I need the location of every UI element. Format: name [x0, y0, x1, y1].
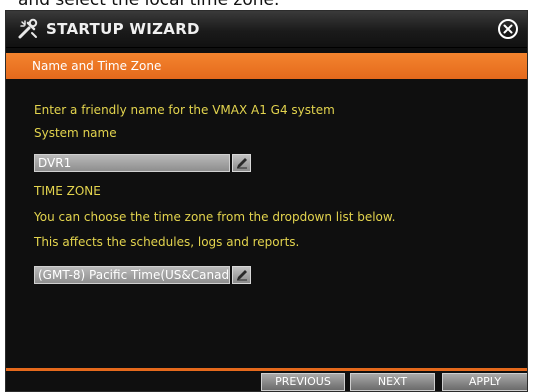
- time-zone-select[interactable]: (GMT-8) Pacific Time(US&Canada): [34, 266, 230, 284]
- close-icon[interactable]: [497, 18, 519, 40]
- pencil-edit-icon[interactable]: [232, 266, 251, 284]
- caption-text: and select the local time zone.: [0, 0, 533, 8]
- previous-button[interactable]: PREVIOUS: [261, 373, 345, 391]
- name-intro-text: Enter a friendly name for the VMAX A1 G4…: [34, 103, 335, 117]
- window-title: STARTUP WIZARD: [46, 20, 200, 38]
- time-zone-heading: TIME ZONE: [34, 184, 101, 198]
- startup-wizard-window: STARTUP WIZARD Name and Time Zone Enter …: [5, 10, 528, 392]
- time-zone-help-line2: This affects the schedules, logs and rep…: [34, 235, 300, 249]
- apply-button[interactable]: APPLY: [442, 373, 527, 391]
- next-button[interactable]: NEXT: [350, 373, 435, 391]
- section-header: Name and Time Zone: [6, 53, 527, 79]
- titlebar: STARTUP WIZARD: [6, 11, 527, 48]
- system-name-label: System name: [34, 126, 117, 140]
- section-title: Name and Time Zone: [32, 59, 162, 73]
- time-zone-help-line1: You can choose the time zone from the dr…: [34, 210, 396, 224]
- pencil-edit-icon[interactable]: [232, 154, 251, 172]
- system-name-input[interactable]: DVR1: [34, 154, 230, 172]
- tools-icon: [16, 17, 40, 41]
